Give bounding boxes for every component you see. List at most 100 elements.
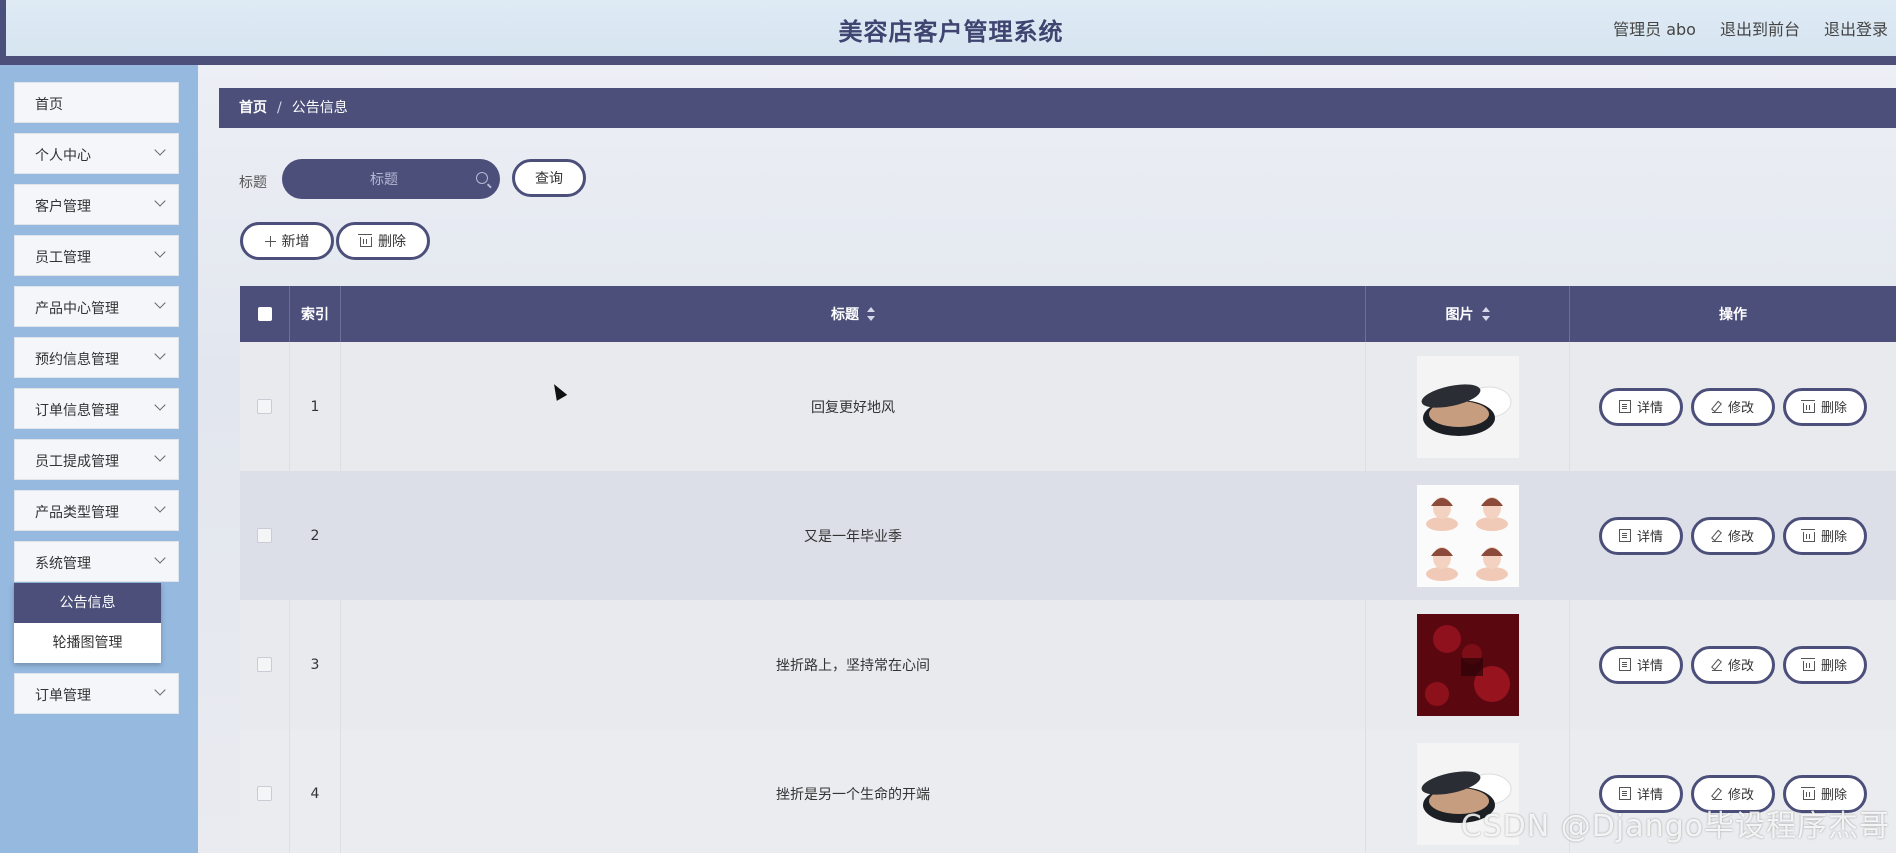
sidebar-item[interactable]: 个人中心 [14, 133, 179, 174]
breadcrumb: 首页 / 公告信息 [219, 88, 1896, 128]
search-input[interactable] [302, 159, 466, 201]
breadcrumb-separator: / [277, 100, 282, 116]
sidebar-item-label: 产品中心管理 [35, 301, 119, 317]
search-label: 标题 [239, 175, 267, 191]
sidebar-item-label: 系统管理 [35, 556, 91, 572]
row-title-text: 挫折路上，坚持常在心间 [776, 657, 930, 674]
sidebar-item[interactable]: 员工提成管理 [14, 439, 179, 480]
sidebar-item-label: 订单信息管理 [35, 403, 119, 419]
row-checkbox[interactable] [257, 657, 272, 672]
header-ops: 操作 [1570, 286, 1896, 342]
sidebar-item-label: 员工管理 [35, 250, 91, 266]
row-index: 1 [290, 342, 341, 471]
row-title: 回复更好地风 [341, 342, 1366, 471]
submenu-item-carousel[interactable]: 轮播图管理 [14, 623, 161, 663]
edit-button[interactable]: 修改 [1691, 645, 1775, 684]
batch-delete-label: 删除 [378, 234, 406, 250]
row-index-text: 3 [310, 656, 320, 673]
thumbnail-image [1416, 355, 1519, 458]
admin-user-label: 管理员 abo [1613, 20, 1696, 39]
row-title-text: 挫折是另一个生命的开端 [776, 786, 930, 803]
table-header: 索引 标题 图片 操作 [240, 286, 1896, 342]
delete-button[interactable]: 删除 [1783, 387, 1867, 426]
sidebar-item[interactable]: 产品类型管理 [14, 490, 179, 531]
document-icon [1618, 400, 1631, 413]
chevron-down-icon [154, 552, 166, 564]
pencil-icon [1711, 401, 1722, 413]
edit-label: 修改 [1727, 401, 1754, 416]
sidebar-item[interactable]: 预约信息管理 [14, 337, 179, 378]
top-header: 美容店客户管理系统 管理员 abo 退出到前台 退出登录 [0, 0, 1896, 56]
document-icon [1618, 658, 1631, 671]
sidebar-item[interactable]: 产品中心管理 [14, 286, 179, 327]
sort-icon[interactable] [1481, 307, 1490, 321]
sidebar-item[interactable]: 员工管理 [14, 235, 179, 276]
delete-button[interactable]: 删除 [1783, 516, 1867, 555]
row-checkbox[interactable] [257, 786, 272, 801]
sort-icon[interactable] [867, 307, 875, 321]
select-all-checkbox[interactable] [257, 307, 272, 321]
row-title: 挫折是另一个生命的开端 [341, 729, 1366, 853]
sidebar-item[interactable]: 订单信息管理 [14, 388, 179, 429]
row-title-text: 回复更好地风 [811, 399, 895, 416]
row-title: 又是一年毕业季 [341, 471, 1366, 600]
row-checkbox[interactable] [257, 399, 272, 414]
document-icon [1618, 529, 1631, 542]
table-row: 3 挫折路上，坚持常在心间 详情 修改 删除 [240, 600, 1896, 730]
edit-button[interactable]: 修改 [1691, 516, 1775, 555]
sidebar-item[interactable]: 系统管理 [14, 541, 179, 582]
sidebar-item[interactable]: 首页 [14, 82, 179, 123]
delete-button[interactable]: 删除 [1783, 645, 1867, 684]
trash-icon [1800, 657, 1815, 671]
table-row: 1 回复更好地风 详情 修改 删除 [240, 342, 1896, 472]
add-button[interactable]: 新增 [240, 222, 334, 260]
sidebar-item-label: 订单管理 [35, 688, 91, 704]
row-check-cell [240, 342, 290, 471]
pencil-icon [1711, 659, 1722, 671]
row-index-text: 4 [310, 785, 320, 802]
to-front-link[interactable]: 退出到前台 [1720, 16, 1800, 40]
trash-icon [1800, 399, 1815, 413]
row-index: 3 [290, 600, 341, 729]
search-box [282, 159, 500, 201]
sidebar-item-label: 客户管理 [35, 199, 91, 215]
chevron-down-icon [154, 195, 166, 207]
sidebar-item[interactable]: 客户管理 [14, 184, 179, 225]
row-index-text: 2 [310, 527, 320, 544]
logout-link[interactable]: 退出登录 [1824, 16, 1888, 40]
plus-icon [264, 235, 276, 247]
row-checkbox[interactable] [257, 528, 272, 543]
detail-label: 详情 [1636, 659, 1663, 674]
search-icon[interactable] [476, 172, 488, 184]
row-check-cell [240, 729, 290, 853]
chevron-down-icon [154, 246, 166, 258]
row-index-text: 1 [310, 398, 320, 415]
trash-icon [358, 234, 372, 247]
detail-button[interactable]: 详情 [1599, 387, 1683, 426]
row-title: 挫折路上，坚持常在心间 [341, 600, 1366, 729]
header-image[interactable]: 图片 [1366, 286, 1570, 342]
detail-button[interactable]: 详情 [1599, 516, 1683, 555]
row-image [1366, 471, 1570, 600]
detail-label: 详情 [1636, 530, 1663, 545]
sidebar-item-label: 首页 [35, 97, 63, 113]
header-title[interactable]: 标题 [341, 286, 1366, 342]
batch-delete-button[interactable]: 删除 [336, 222, 430, 260]
header-divider [0, 56, 1896, 65]
edit-button[interactable]: 修改 [1691, 387, 1775, 426]
submenu-item-notice[interactable]: 公告信息 [14, 583, 161, 623]
sidebar-item-label: 个人中心 [35, 148, 91, 164]
sidebar-item[interactable]: 订单管理 [14, 673, 179, 714]
row-ops: 详情 修改 删除 [1570, 471, 1896, 600]
trash-icon [1800, 786, 1815, 800]
breadcrumb-home[interactable]: 首页 [239, 100, 267, 116]
sidebar-item-label: 预约信息管理 [35, 352, 119, 368]
pencil-icon [1711, 788, 1722, 800]
detail-button[interactable]: 详情 [1599, 645, 1683, 684]
sidebar-item-label: 员工提成管理 [35, 454, 119, 470]
trash-icon [1800, 528, 1815, 542]
delete-label: 删除 [1820, 659, 1847, 674]
document-icon [1618, 787, 1631, 800]
query-button[interactable]: 查询 [512, 159, 586, 197]
row-image [1366, 342, 1570, 471]
